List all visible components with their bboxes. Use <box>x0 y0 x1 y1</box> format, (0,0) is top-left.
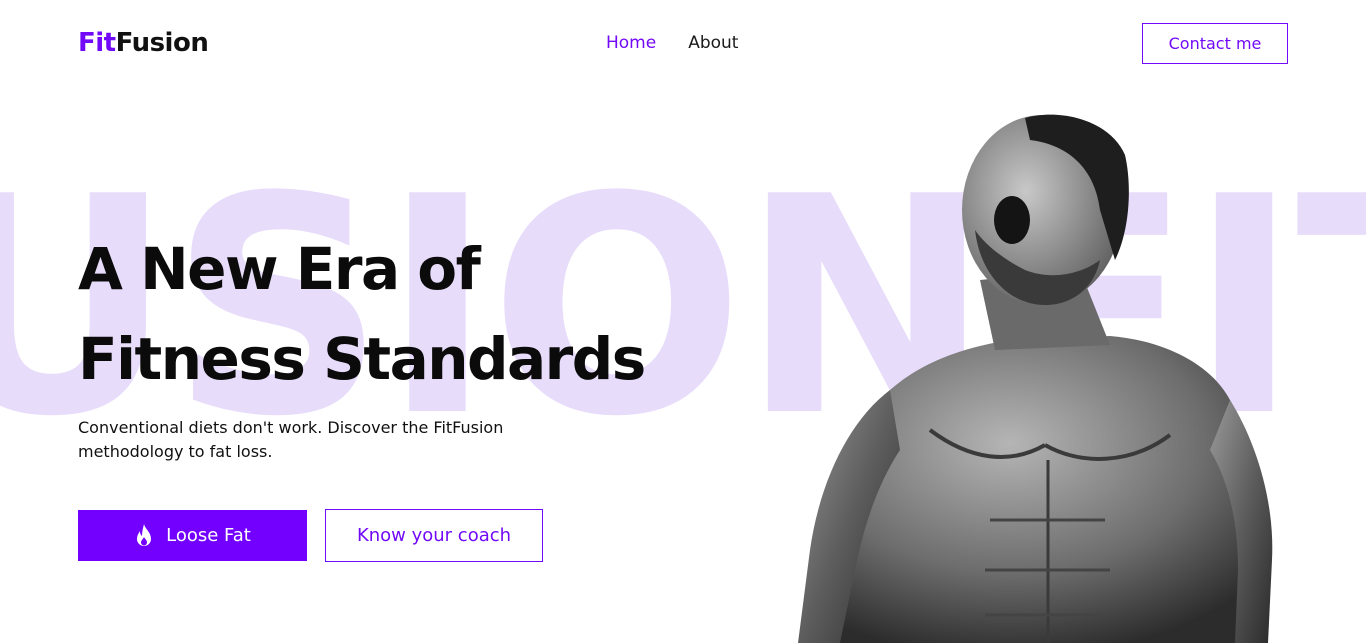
hero-title-line-1: A New Era of <box>78 235 481 303</box>
loose-fat-button-label: Loose Fat <box>166 525 251 546</box>
contact-button[interactable]: Contact me <box>1142 23 1288 64</box>
hero-title: A New Era of Fitness Standards <box>78 224 646 404</box>
athlete-photo <box>798 114 1273 643</box>
landing-page: USIONFITF FitFusion Home About Contact m… <box>0 0 1366 643</box>
nav-home-link[interactable]: Home <box>606 33 656 53</box>
nav-about-link[interactable]: About <box>688 33 738 53</box>
hero-title-line-2: Fitness Standards <box>78 325 646 393</box>
logo-part-fusion: Fusion <box>115 28 209 58</box>
loose-fat-button[interactable]: Loose Fat <box>78 510 307 561</box>
flame-icon <box>137 523 152 546</box>
main-nav: Home About <box>606 33 738 53</box>
know-your-coach-button[interactable]: Know your coach <box>325 509 543 562</box>
logo[interactable]: FitFusion <box>78 28 209 58</box>
hero-subtitle: Conventional diets don't work. Discover … <box>78 418 504 461</box>
logo-part-fit: Fit <box>78 28 116 58</box>
